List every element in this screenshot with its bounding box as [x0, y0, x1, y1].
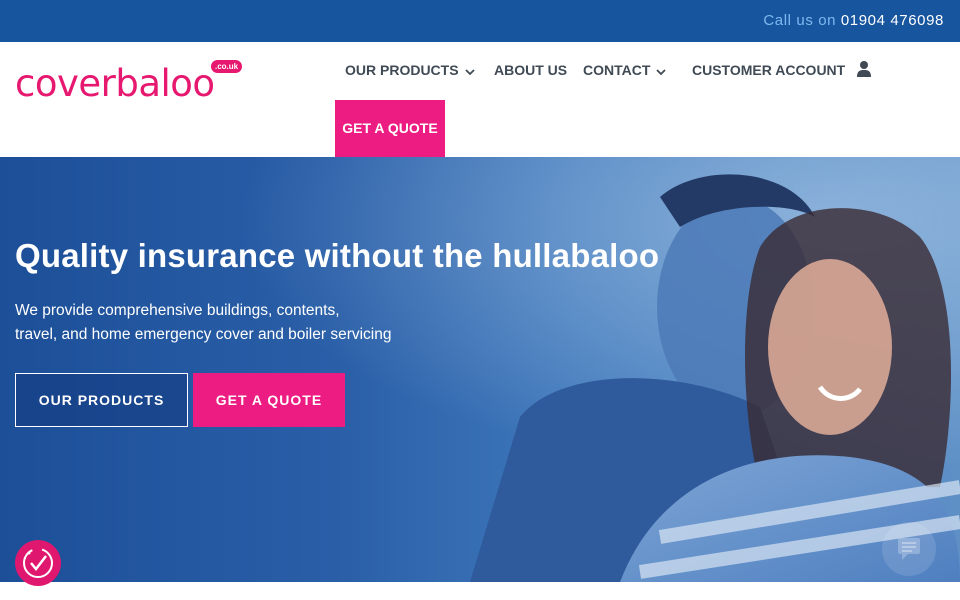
- nav-item-contact[interactable]: CONTACT: [583, 61, 667, 80]
- logo-badge: .co.uk: [211, 60, 243, 73]
- nav-label: CONTACT: [583, 62, 651, 78]
- nav-item-customer-account[interactable]: CUSTOMER ACCOUNT: [692, 61, 845, 79]
- nav-label: CUSTOMER ACCOUNT: [692, 62, 846, 78]
- site-header: coverbaloo .co.uk OUR PRODUCTS ABOUT US …: [0, 42, 960, 157]
- top-bar: Call us on 01904 476098: [0, 0, 960, 42]
- chat-icon: [898, 538, 920, 560]
- chevron-down-icon: [464, 62, 475, 80]
- call-label: Call us on: [763, 12, 837, 29]
- logo-text: coverbaloo: [15, 62, 215, 105]
- phone-number[interactable]: 01904 476098: [841, 12, 944, 29]
- user-icon[interactable]: [856, 60, 872, 78]
- nav-item-our-products[interactable]: OUR PRODUCTS: [345, 61, 475, 79]
- hero-subtitle-line-1: We provide comprehensive buildings, cont…: [15, 302, 340, 319]
- accessibility-button[interactable]: [15, 540, 61, 586]
- nav-item-about-us[interactable]: ABOUT US: [494, 61, 567, 79]
- accessibility-icon: [23, 548, 53, 578]
- chat-button[interactable]: [882, 522, 936, 576]
- call-us[interactable]: Call us on 01904 476098: [763, 12, 944, 29]
- hero-subtitle-line-2: travel, and home emergency cover and boi…: [15, 326, 392, 343]
- nav-label: ABOUT US: [494, 62, 568, 78]
- our-products-button[interactable]: OUR PRODUCTS: [15, 373, 188, 427]
- hero-title: Quality insurance without the hullabaloo: [15, 237, 660, 274]
- get-a-quote-button[interactable]: GET A QUOTE: [193, 373, 345, 427]
- hero-photo: [0, 157, 960, 582]
- get-a-quote-nav-button[interactable]: GET A QUOTE: [335, 100, 445, 157]
- hero-banner: Quality insurance without the hullabaloo…: [0, 157, 960, 582]
- chevron-down-icon: [656, 62, 667, 80]
- page-below-hero: [0, 582, 960, 600]
- nav-label: OUR PRODUCTS: [345, 62, 459, 78]
- hero-subtitle: We provide comprehensive buildings, cont…: [15, 299, 485, 347]
- site-logo[interactable]: coverbaloo .co.uk: [15, 60, 245, 110]
